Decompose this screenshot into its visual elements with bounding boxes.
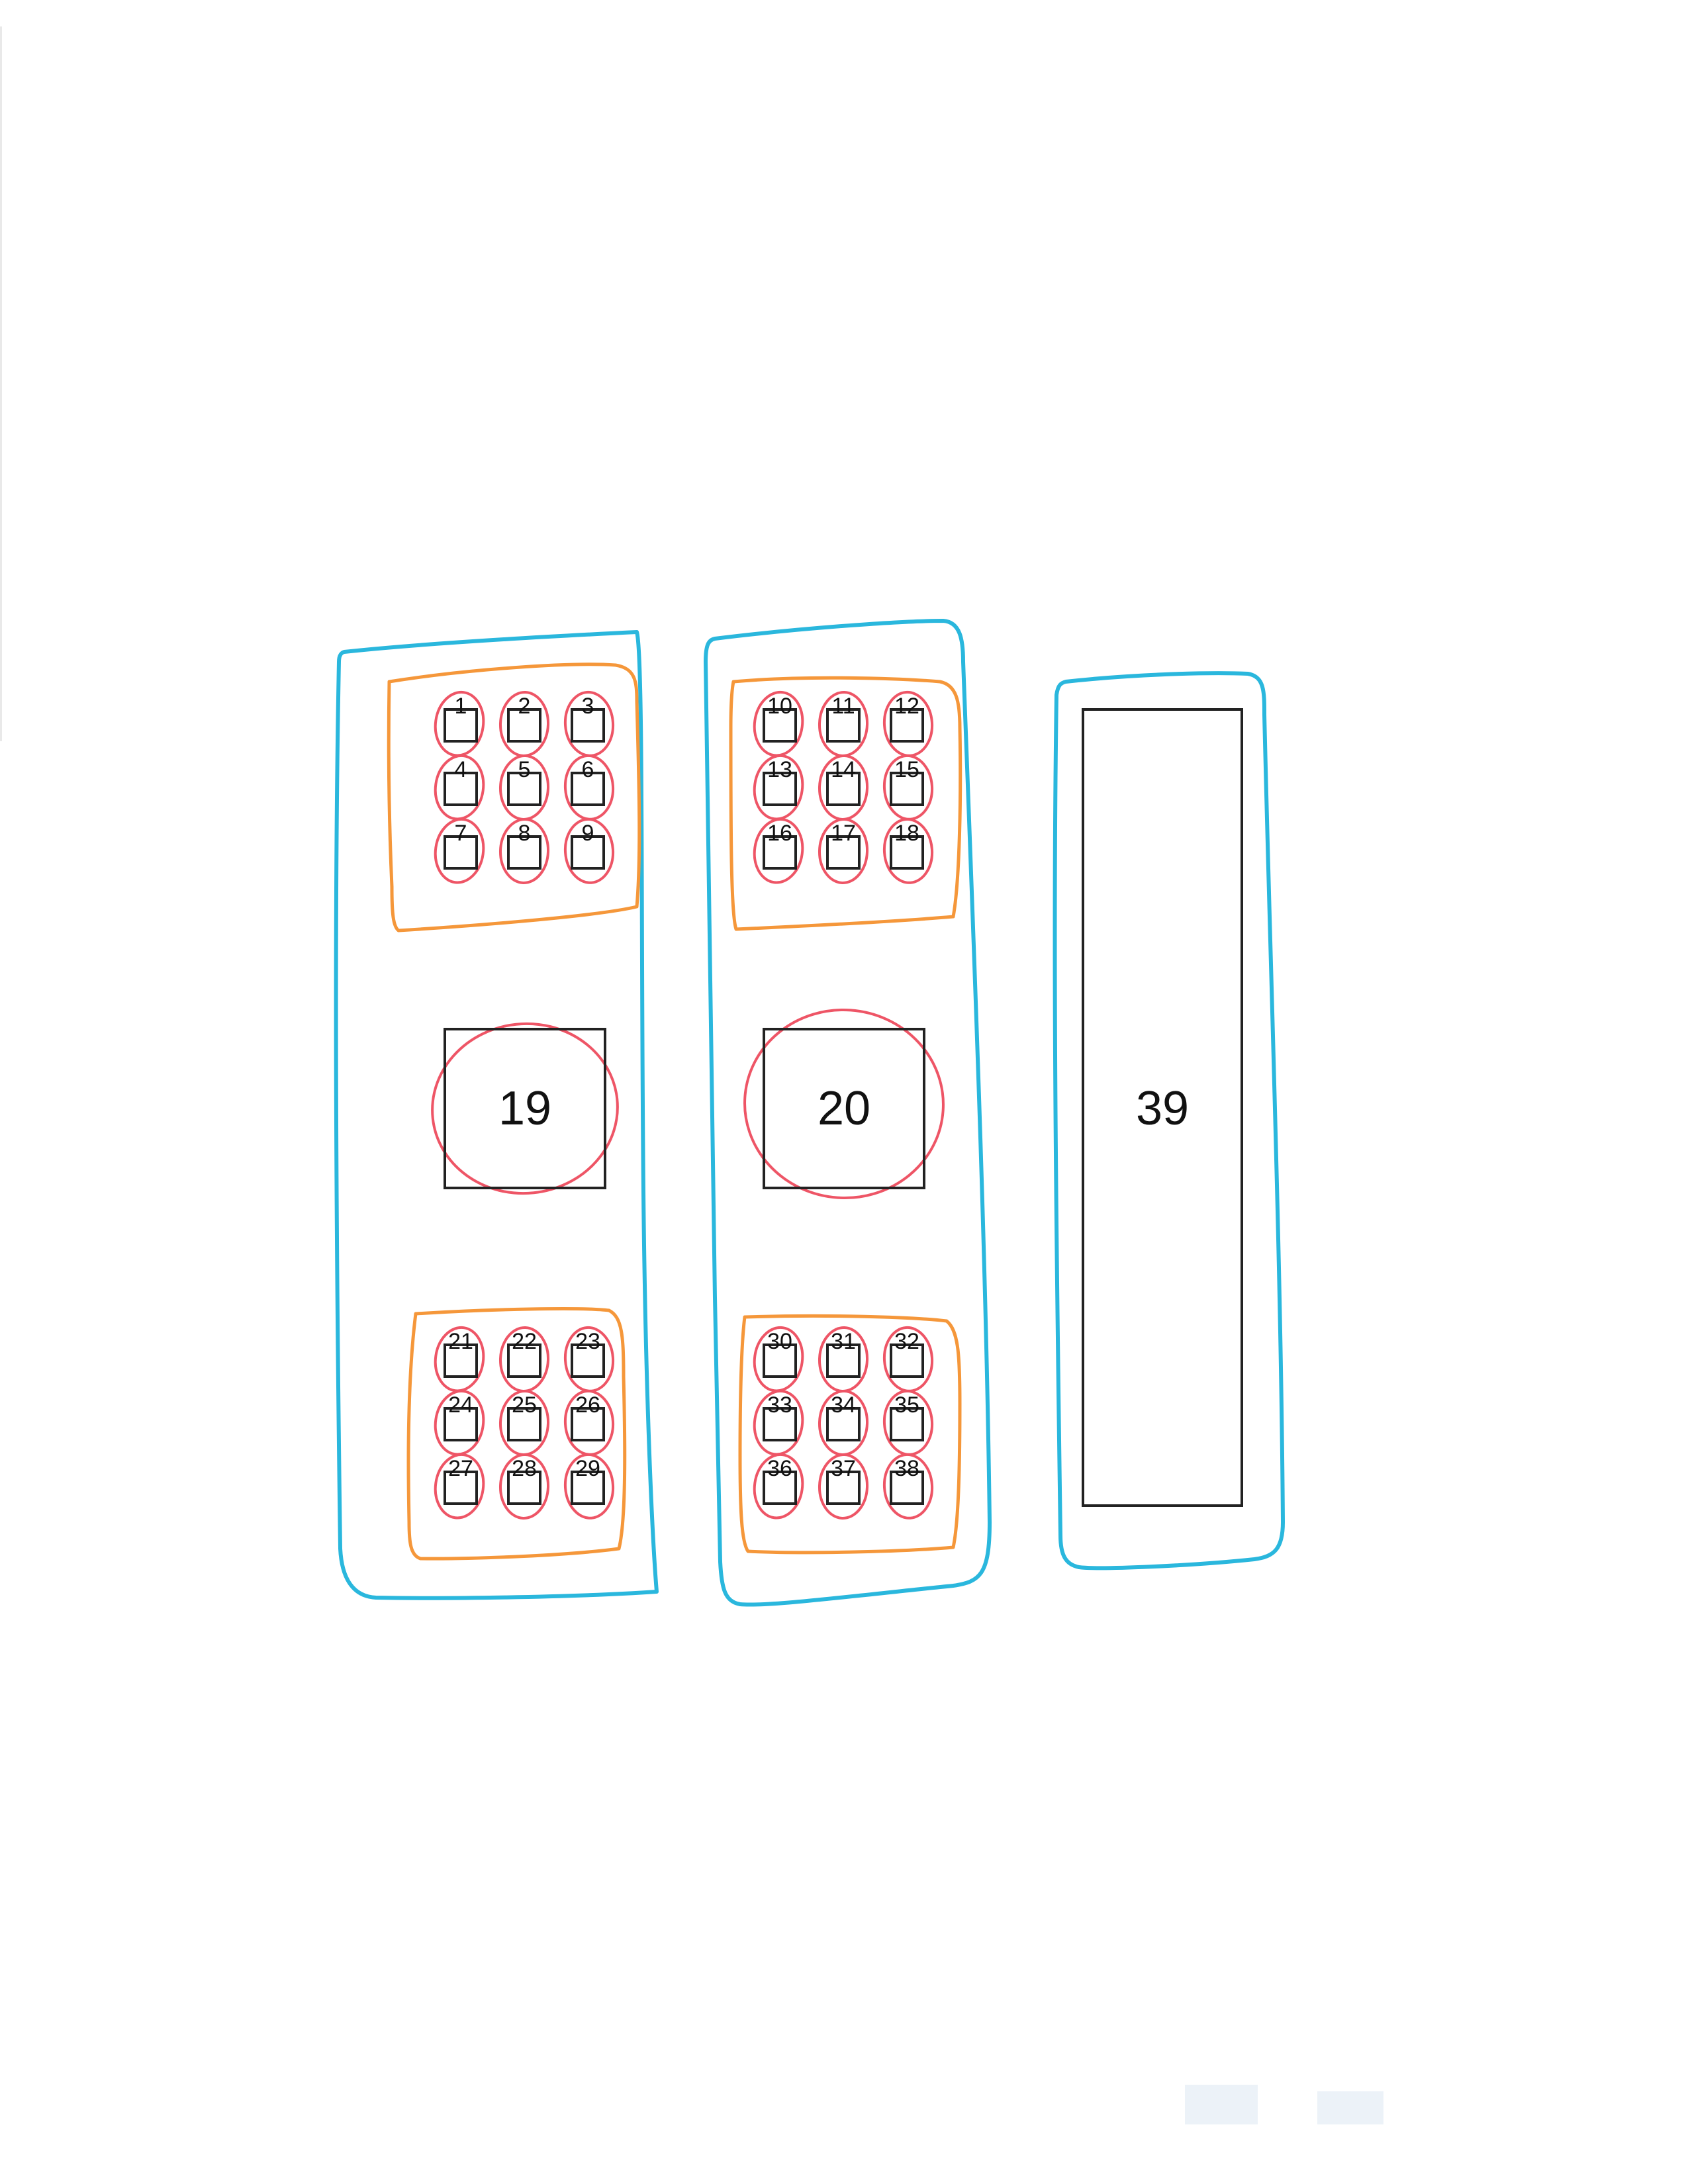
small-box-label: 36 — [767, 1456, 792, 1481]
small-box-36[interactable]: 36 — [763, 1456, 797, 1505]
small-box-15[interactable]: 15 — [890, 757, 924, 806]
small-box-label: 34 — [831, 1392, 856, 1418]
small-box-label: 3 — [582, 694, 594, 719]
small-box-label: 37 — [831, 1456, 856, 1481]
small-box-label: 26 — [575, 1392, 600, 1418]
small-box-17[interactable]: 17 — [826, 821, 861, 870]
small-box-2[interactable]: 2 — [507, 694, 541, 743]
small-box-label: 13 — [767, 757, 792, 782]
large-box-20[interactable]: 20 — [763, 1028, 925, 1189]
small-box-label: 14 — [831, 757, 856, 782]
small-box-28[interactable]: 28 — [507, 1456, 541, 1505]
small-box-label: 4 — [455, 757, 467, 782]
small-box-24[interactable]: 24 — [444, 1392, 478, 1441]
small-box-21[interactable]: 21 — [444, 1329, 478, 1378]
small-box-38[interactable]: 38 — [890, 1456, 924, 1505]
small-box-3[interactable]: 3 — [571, 694, 605, 743]
tall-box-39[interactable]: 39 — [1082, 708, 1243, 1507]
group-outline-left — [334, 630, 659, 1600]
small-box-label: 35 — [894, 1392, 919, 1418]
small-box-label: 33 — [767, 1392, 792, 1418]
small-box-label: 16 — [767, 821, 792, 846]
small-box-12[interactable]: 12 — [890, 694, 924, 743]
small-box-label: 29 — [575, 1456, 600, 1481]
small-box-5[interactable]: 5 — [507, 757, 541, 806]
small-box-13[interactable]: 13 — [763, 757, 797, 806]
small-box-30[interactable]: 30 — [763, 1329, 797, 1378]
small-box-25[interactable]: 25 — [507, 1392, 541, 1441]
small-box-label: 7 — [455, 821, 467, 846]
small-box-label: 24 — [448, 1392, 473, 1418]
small-box-37[interactable]: 37 — [826, 1456, 861, 1505]
small-box-18[interactable]: 18 — [890, 821, 924, 870]
large-box-19[interactable]: 19 — [444, 1028, 606, 1189]
small-box-22[interactable]: 22 — [507, 1329, 541, 1378]
small-box-8[interactable]: 8 — [507, 821, 541, 870]
small-box-label: 18 — [894, 821, 919, 846]
small-box-29[interactable]: 29 — [571, 1456, 605, 1505]
small-box-label: 38 — [894, 1456, 919, 1481]
small-box-7[interactable]: 7 — [444, 821, 478, 870]
small-box-label: 9 — [582, 821, 594, 846]
small-box-label: 6 — [582, 757, 594, 782]
small-box-label: 10 — [767, 694, 792, 719]
small-box-32[interactable]: 32 — [890, 1329, 924, 1378]
small-box-27[interactable]: 27 — [444, 1456, 478, 1505]
small-box-label: 8 — [518, 821, 531, 846]
small-box-23[interactable]: 23 — [571, 1329, 605, 1378]
small-box-label: 15 — [894, 757, 919, 782]
small-box-14[interactable]: 14 — [826, 757, 861, 806]
small-box-6[interactable]: 6 — [571, 757, 605, 806]
small-box-34[interactable]: 34 — [826, 1392, 861, 1441]
diagram-canvas: 1 2 34 5 67 8 910 11 1213 14 1516 17 1821 22 2324 25 262… — [334, 619, 1285, 1607]
small-box-33[interactable]: 33 — [763, 1392, 797, 1441]
small-box-label: 1 — [455, 694, 467, 719]
small-box-label: 21 — [448, 1329, 473, 1354]
small-box-label: 28 — [512, 1456, 537, 1481]
small-box-label: 17 — [831, 821, 856, 846]
small-box-11[interactable]: 11 — [826, 694, 861, 743]
small-box-1[interactable]: 1 — [444, 694, 478, 743]
small-box-label: 27 — [448, 1456, 473, 1481]
small-box-31[interactable]: 31 — [826, 1329, 861, 1378]
small-box-label: 11 — [831, 694, 855, 719]
cluster-outline-top-left — [387, 662, 641, 933]
small-box-label: 31 — [831, 1329, 856, 1354]
small-box-label: 22 — [512, 1329, 537, 1354]
small-box-label: 32 — [894, 1329, 919, 1354]
small-box-35[interactable]: 35 — [890, 1392, 924, 1441]
small-box-4[interactable]: 4 — [444, 757, 478, 806]
small-box-label: 5 — [518, 757, 531, 782]
small-box-label: 2 — [518, 694, 531, 719]
small-box-label: 30 — [767, 1329, 792, 1354]
large-box-20-label: 20 — [818, 1082, 870, 1135]
small-box-16[interactable]: 16 — [763, 821, 797, 870]
small-box-label: 25 — [512, 1392, 537, 1418]
small-box-26[interactable]: 26 — [571, 1392, 605, 1441]
small-box-label: 23 — [575, 1329, 600, 1354]
small-box-9[interactable]: 9 — [571, 821, 605, 870]
tall-box-39-label: 39 — [1136, 1082, 1189, 1135]
small-box-label: 12 — [894, 694, 919, 719]
small-box-10[interactable]: 10 — [763, 694, 797, 743]
large-box-19-label: 19 — [498, 1082, 551, 1135]
